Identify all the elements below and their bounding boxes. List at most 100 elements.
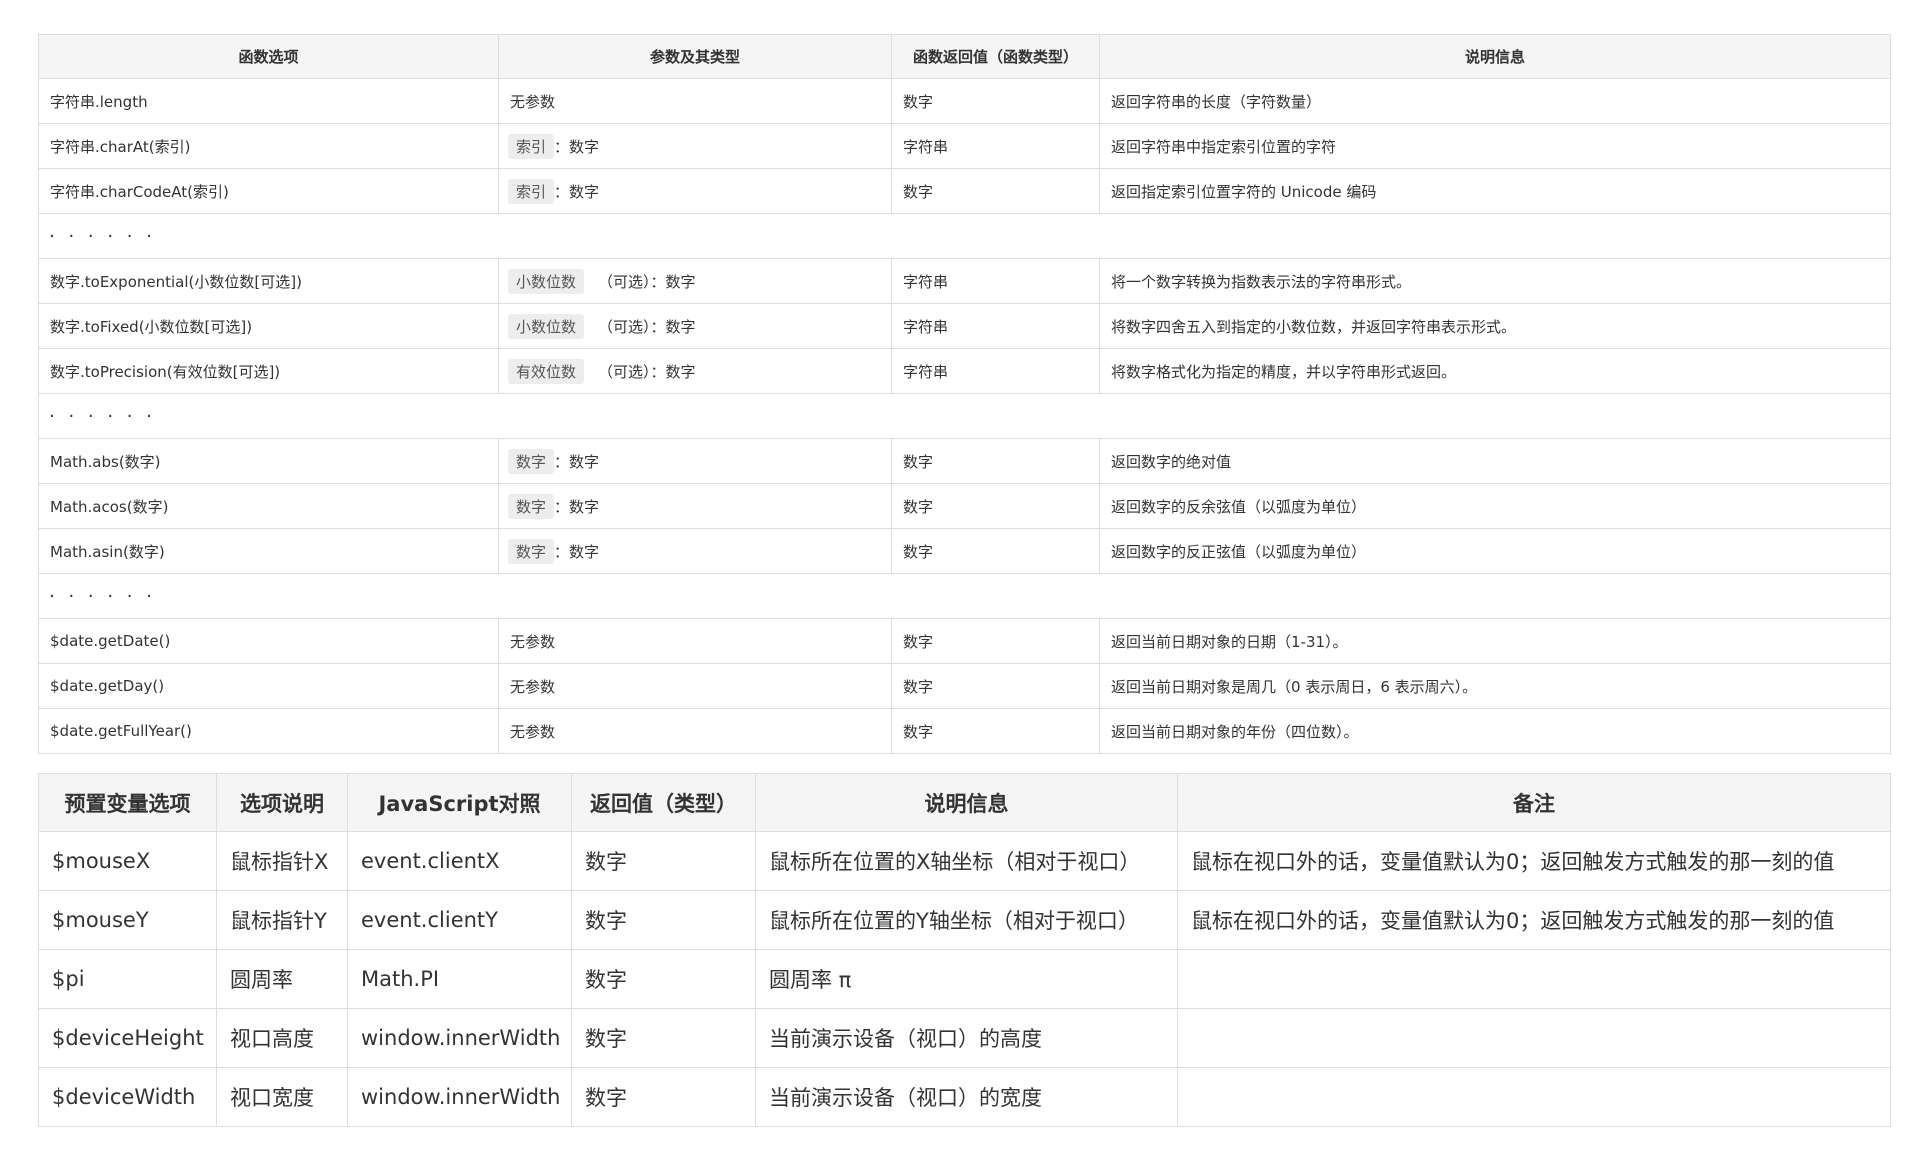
variable-name: $mouseY <box>38 890 217 950</box>
table-row: $date.getDay() 无参数 数字 返回当前日期对象是周几（0 表示周日… <box>38 663 1891 709</box>
table-row: 数字.toPrecision(有效位数[可选]) 有效位数 （可选）：数字 字符串… <box>38 348 1891 394</box>
return-type: 字符串 <box>891 348 1100 394</box>
param-cell: 小数位数 （可选）：数字 <box>498 303 892 349</box>
header-description: 说明信息 <box>1099 34 1891 79</box>
description: 返回字符串中指定索引位置的字符 <box>1099 123 1891 169</box>
ellipsis: · · · · · · <box>38 213 1891 259</box>
table-row: Math.asin(数字) 数字 ：数字 数字 返回数字的反正弦值（以弧度为单位） <box>38 528 1891 574</box>
return-type: 字符串 <box>891 258 1100 304</box>
table-row: Math.abs(数字) 数字 ：数字 数字 返回数字的绝对值 <box>38 438 1891 484</box>
param-tag: 索引 <box>508 133 555 159</box>
variable-label: 鼠标指针X <box>216 831 348 891</box>
function-name: $date.getFullYear() <box>38 708 499 754</box>
return-type: 数字 <box>891 438 1100 484</box>
param-cell: 无参数 <box>498 708 892 754</box>
description: 当前演示设备（视口）的宽度 <box>755 1067 1178 1127</box>
return-type: 字符串 <box>891 123 1100 169</box>
description: 鼠标所在位置的X轴坐标（相对于视口） <box>755 831 1178 891</box>
param-tag: 数字 <box>508 538 555 564</box>
note: 鼠标在视口外的话，变量值默认为0；返回触发方式触发的那一刻的值 <box>1177 831 1891 891</box>
function-name: 数字.toFixed(小数位数[可选]) <box>38 303 499 349</box>
header-return-value: 函数返回值（函数类型） <box>891 34 1100 79</box>
param-tag: 小数位数 <box>508 313 585 339</box>
param-cell: 小数位数 （可选）：数字 <box>498 258 892 304</box>
header-description: 说明信息 <box>755 773 1178 832</box>
description: 返回数字的反余弦值（以弧度为单位） <box>1099 483 1891 529</box>
table-row: 数字.toExponential(小数位数[可选]) 小数位数 （可选）：数字 字… <box>38 258 1891 304</box>
param-type: ：数字 <box>650 317 696 336</box>
param-cell: 无参数 <box>498 618 892 664</box>
description: 返回当前日期对象的日期（1-31）。 <box>1099 618 1891 664</box>
table-row: $pi 圆周率 Math.PI 数字 圆周率 π <box>38 949 1891 1009</box>
ellipsis: · · · · · · <box>38 573 1891 619</box>
table-row: 数字.toFixed(小数位数[可选]) 小数位数 （可选）：数字 字符串 将数字… <box>38 303 1891 349</box>
table-row: $deviceWidth 视口宽度 window.innerWidth 数字 当… <box>38 1067 1891 1127</box>
header-variable-option: 预置变量选项 <box>38 773 217 832</box>
javascript-equivalent: event.clientX <box>347 831 572 891</box>
function-name: $date.getDate() <box>38 618 499 664</box>
return-type: 数字 <box>891 78 1100 124</box>
note <box>1177 1067 1891 1127</box>
param-cell: 无参数 <box>498 78 892 124</box>
function-name: Math.abs(数字) <box>38 438 499 484</box>
return-type: 数字 <box>891 618 1100 664</box>
table-row: $date.getDate() 无参数 数字 返回当前日期对象的日期（1-31）… <box>38 618 1891 664</box>
description: 返回当前日期对象是周几（0 表示周日，6 表示周六）。 <box>1099 663 1891 709</box>
param-type: ：数字 <box>554 137 600 156</box>
param-type: ：数字 <box>554 542 600 561</box>
variable-label: 视口宽度 <box>216 1067 348 1127</box>
header-javascript-equivalent: JavaScript对照 <box>347 773 572 832</box>
param-cell: 无参数 <box>498 663 892 709</box>
functions-table-header-row: 函数选项 参数及其类型 函数返回值（函数类型） 说明信息 <box>38 34 1891 79</box>
description: 将数字格式化为指定的精度，并以字符串形式返回。 <box>1099 348 1891 394</box>
note: 鼠标在视口外的话，变量值默认为0；返回触发方式触发的那一刻的值 <box>1177 890 1891 950</box>
function-name: Math.acos(数字) <box>38 483 499 529</box>
variable-label: 视口高度 <box>216 1008 348 1068</box>
return-type: 数字 <box>891 528 1100 574</box>
variable-name: $deviceWidth <box>38 1067 217 1127</box>
javascript-equivalent: window.innerWidth <box>347 1008 572 1068</box>
param-tag: 索引 <box>508 178 555 204</box>
param-cell: 数字 ：数字 <box>498 438 892 484</box>
ellipsis: · · · · · · <box>38 393 1891 439</box>
param-tag: 数字 <box>508 493 555 519</box>
description: 将数字四舍五入到指定的小数位数，并返回字符串表示形式。 <box>1099 303 1891 349</box>
variable-name: $pi <box>38 949 217 1009</box>
table-row: 字符串.charCodeAt(索引) 索引 ：数字 数字 返回指定索引位置字符的 … <box>38 168 1891 214</box>
return-type: 数字 <box>571 949 756 1009</box>
function-name: Math.asin(数字) <box>38 528 499 574</box>
param-type: ：数字 <box>650 362 696 381</box>
return-type: 数字 <box>891 663 1100 709</box>
header-option-label: 选项说明 <box>216 773 348 832</box>
table-row: 字符串.charAt(索引) 索引 ：数字 字符串 返回字符串中指定索引位置的字符 <box>38 123 1891 169</box>
ellipsis-row: · · · · · · <box>38 573 1891 619</box>
ellipsis-row: · · · · · · <box>38 393 1891 439</box>
description: 圆周率 π <box>755 949 1178 1009</box>
param-tag: 有效位数 <box>508 358 585 384</box>
function-name: 数字.toExponential(小数位数[可选]) <box>38 258 499 304</box>
header-note: 备注 <box>1177 773 1891 832</box>
javascript-equivalent: Math.PI <box>347 949 572 1009</box>
param-type: ：数字 <box>554 497 600 516</box>
ellipsis-row: · · · · · · <box>38 213 1891 259</box>
param-cell: 索引 ：数字 <box>498 168 892 214</box>
function-name: 字符串.charCodeAt(索引) <box>38 168 499 214</box>
description: 当前演示设备（视口）的高度 <box>755 1008 1178 1068</box>
param-tag: 小数位数 <box>508 268 585 294</box>
description: 将一个数字转换为指数表示法的字符串形式。 <box>1099 258 1891 304</box>
note <box>1177 949 1891 1009</box>
header-return-value: 返回值（类型） <box>571 773 756 832</box>
javascript-equivalent: event.clientY <box>347 890 572 950</box>
description: 返回数字的反正弦值（以弧度为单位） <box>1099 528 1891 574</box>
return-type: 数字 <box>571 1008 756 1068</box>
param-optional: （可选） <box>598 272 651 291</box>
param-cell: 索引 ：数字 <box>498 123 892 169</box>
function-name: 字符串.charAt(索引) <box>38 123 499 169</box>
return-type: 字符串 <box>891 303 1100 349</box>
table-row: $mouseY 鼠标指针Y event.clientY 数字 鼠标所在位置的Y轴… <box>38 890 1891 950</box>
return-type: 数字 <box>571 890 756 950</box>
param-type: ：数字 <box>554 452 600 471</box>
description: 鼠标所在位置的Y轴坐标（相对于视口） <box>755 890 1178 950</box>
return-type: 数字 <box>891 483 1100 529</box>
param-optional: （可选） <box>598 317 651 336</box>
